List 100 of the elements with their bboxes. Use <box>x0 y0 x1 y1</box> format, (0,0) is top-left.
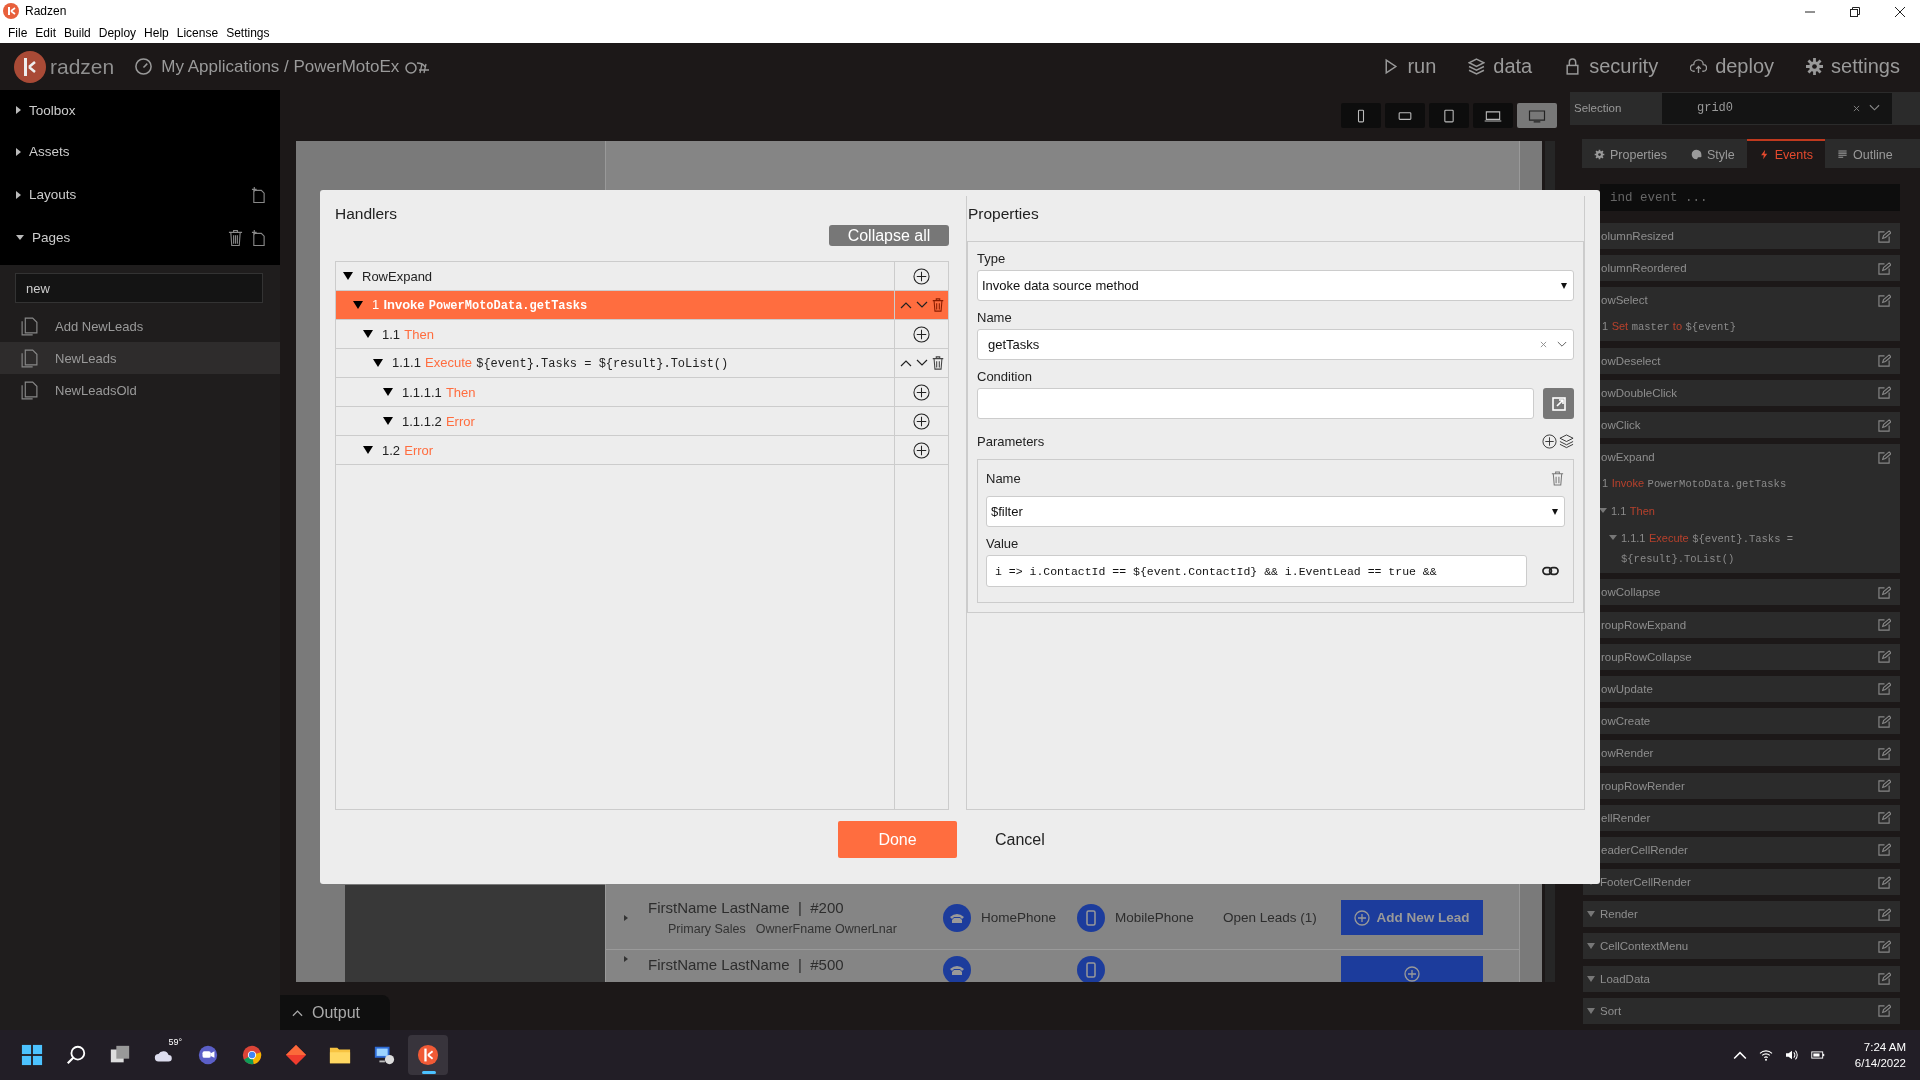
add-icon[interactable] <box>913 412 930 430</box>
trash-icon[interactable] <box>930 356 945 370</box>
row-expand-icon[interactable] <box>624 956 628 962</box>
device-button[interactable] <box>1341 103 1381 128</box>
open-editor-button[interactable] <box>1543 388 1574 419</box>
event-item[interactable]: LoadData <box>1583 965 1900 992</box>
mobile-icon[interactable] <box>1077 903 1105 932</box>
expand-arrow-icon[interactable] <box>343 272 353 280</box>
parameter-value-field[interactable]: i => i.ContactId == ${event.ContactId} && i.EventLead == true && <box>986 555 1527 587</box>
nav-button[interactable]: security <box>1564 55 1659 78</box>
parameter-name-dropdown[interactable]: $filter <box>986 496 1565 527</box>
page-item[interactable]: Add NewLeads <box>0 310 280 342</box>
device-button[interactable] <box>1385 103 1425 128</box>
wifi-icon[interactable] <box>1758 1049 1773 1061</box>
edit-icon[interactable] <box>1878 261 1891 275</box>
mobile-icon[interactable] <box>1077 956 1105 982</box>
edit-icon[interactable] <box>1878 939 1891 953</box>
edit-icon[interactable] <box>1878 972 1891 986</box>
nav-button[interactable]: data <box>1468 55 1533 78</box>
menu-item[interactable]: File <box>4 25 32 40</box>
edit-icon[interactable] <box>1878 875 1891 889</box>
edit-icon[interactable] <box>1878 354 1891 368</box>
edit-icon[interactable] <box>1878 811 1891 825</box>
handler-tree-item[interactable]: RowExpand <box>336 262 894 290</box>
close-icon[interactable] <box>1894 6 1906 18</box>
page-item[interactable]: NewLeads <box>0 342 280 374</box>
collapse-all-button[interactable]: Collapse all <box>829 225 949 246</box>
cancel-button[interactable]: Cancel <box>965 821 1075 858</box>
chevron-down-icon[interactable] <box>1869 104 1880 113</box>
dashboard-icon[interactable] <box>134 57 154 76</box>
battery-icon[interactable] <box>1810 1049 1825 1061</box>
edit-icon[interactable] <box>1878 585 1891 599</box>
edit-icon[interactable] <box>1878 907 1891 921</box>
inspector-tab[interactable]: Events <box>1746 138 1825 169</box>
phone-icon[interactable] <box>943 903 971 932</box>
menu-item[interactable]: Build <box>60 25 95 40</box>
edit-icon[interactable] <box>1878 746 1891 760</box>
handler-tree-item[interactable]: 1.1.1.1 Then <box>336 378 894 406</box>
edit-icon[interactable] <box>1878 418 1891 432</box>
add-icon[interactable] <box>913 267 930 285</box>
selection-field[interactable]: grid0 <box>1662 92 1892 124</box>
row-expand-icon[interactable] <box>624 914 628 921</box>
page-item[interactable]: NewLeadsOld <box>0 374 280 406</box>
event-item[interactable]: FooterCellRender <box>1583 869 1900 896</box>
expand-arrow-icon[interactable] <box>383 417 393 425</box>
phone-icon[interactable] <box>943 956 971 982</box>
output-tab[interactable]: Output <box>280 995 390 1030</box>
restore-icon[interactable] <box>1849 6 1861 18</box>
edit-icon[interactable] <box>1878 386 1891 400</box>
event-item[interactable]: Sort <box>1583 997 1900 1024</box>
sidebar-section[interactable]: Toolbox <box>16 102 76 118</box>
menu-item[interactable]: Deploy <box>94 25 141 40</box>
nav-button[interactable]: settings <box>1806 55 1900 78</box>
trash-icon[interactable] <box>228 228 243 247</box>
menu-item[interactable]: License <box>172 25 223 40</box>
expand-arrow-icon[interactable] <box>353 301 363 309</box>
edit-icon[interactable] <box>1878 293 1891 307</box>
edit-icon[interactable] <box>1878 618 1891 632</box>
handler-tree-item[interactable]: 1.1 Then <box>336 320 894 348</box>
clear-icon[interactable] <box>1853 104 1860 112</box>
volume-icon[interactable] <box>1784 1049 1799 1061</box>
taskbar-app[interactable]: 59° <box>144 1035 184 1075</box>
nav-button[interactable]: deploy <box>1690 55 1775 78</box>
sidebar-section[interactable]: Layouts <box>16 187 77 202</box>
inspector-tab[interactable]: Style <box>1679 138 1747 169</box>
menu-item[interactable]: Settings <box>222 25 274 40</box>
nav-button[interactable]: run <box>1382 55 1437 78</box>
menu-item[interactable]: Edit <box>31 25 61 40</box>
sidebar-section[interactable]: Assets <box>16 144 70 159</box>
link-icon[interactable] <box>1542 566 1559 576</box>
event-item[interactable]: CellContextMenu <box>1583 933 1900 960</box>
chevron-up-icon[interactable] <box>1732 1049 1747 1061</box>
expand-arrow-icon[interactable] <box>373 359 383 367</box>
type-dropdown[interactable]: Invoke data source method <box>977 270 1574 301</box>
expand-arrow-icon[interactable] <box>383 388 393 396</box>
handler-tree-item[interactable]: 1.2 Error <box>336 436 894 464</box>
clock[interactable]: 7:24 AM 6/14/2022 <box>1854 1039 1906 1071</box>
breadcrumb[interactable]: My Applications / PowerMotoEx <box>161 56 400 77</box>
menu-item[interactable]: Help <box>140 25 173 40</box>
chevron-down-icon[interactable] <box>1557 341 1567 348</box>
edit-icon[interactable] <box>1878 650 1891 664</box>
add-icon[interactable] <box>913 441 930 459</box>
edit-icon[interactable] <box>1878 779 1891 792</box>
handler-tree-item[interactable]: 1.1.1.2 Error <box>336 407 894 435</box>
add-icon[interactable] <box>913 383 930 401</box>
handler-tree-item[interactable]: 1.1.1 Execute ${event}.Tasks = ${result}.ToList() <box>336 349 894 377</box>
sidebar-section[interactable]: Pages <box>16 230 71 245</box>
device-button[interactable] <box>1429 103 1469 128</box>
edit-icon[interactable] <box>1878 450 1891 464</box>
add-lead-button[interactable]: Add New Lead <box>1341 900 1483 935</box>
add-page-icon[interactable] <box>251 185 266 204</box>
trash-icon[interactable] <box>1550 470 1565 486</box>
layers-icon[interactable] <box>1559 433 1574 449</box>
edit-icon[interactable] <box>1878 229 1891 243</box>
add-icon[interactable] <box>913 325 930 343</box>
add-page-icon[interactable] <box>251 228 266 247</box>
condition-field[interactable] <box>977 388 1534 419</box>
edit-icon[interactable] <box>1878 843 1891 857</box>
taskbar-app[interactable] <box>408 1035 448 1075</box>
edit-icon[interactable] <box>1878 714 1891 728</box>
